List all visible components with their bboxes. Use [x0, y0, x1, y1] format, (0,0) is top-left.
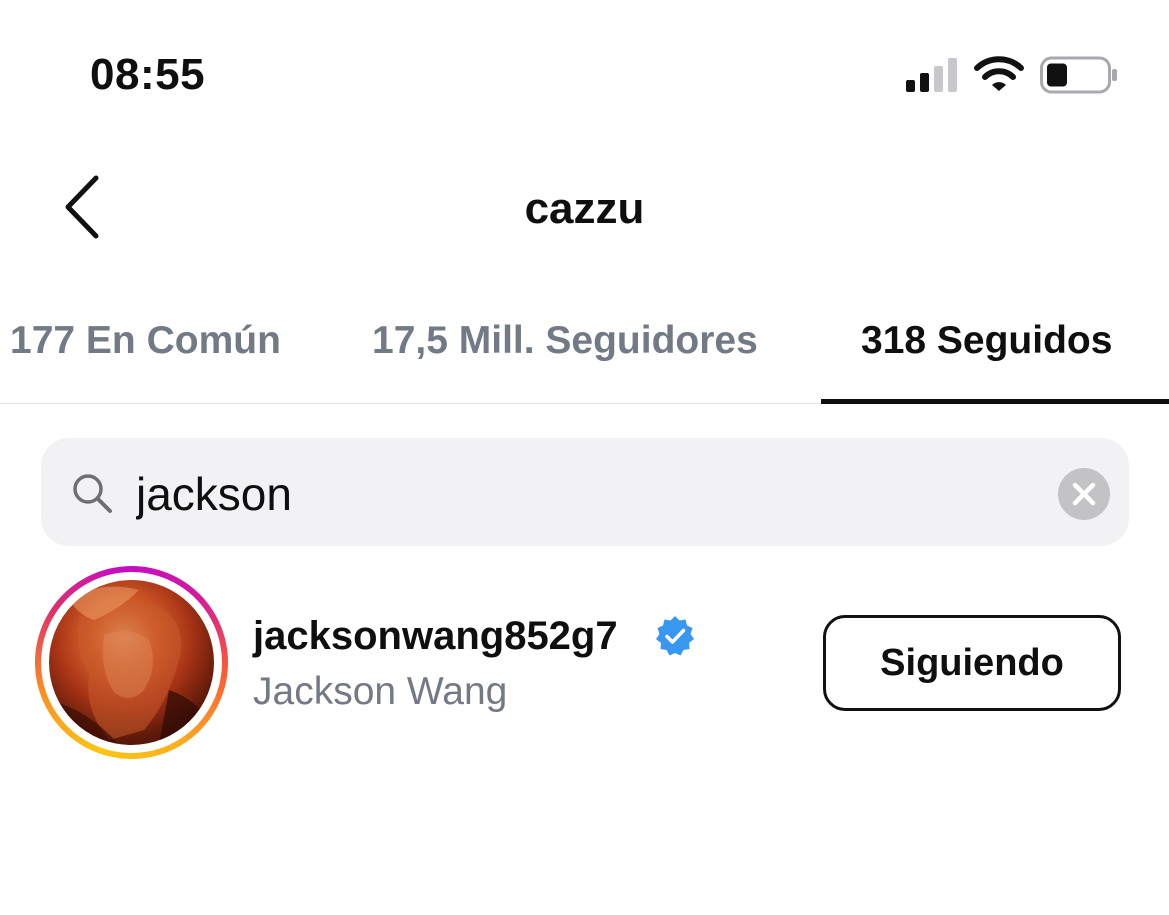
selected-tab-indicator: [821, 399, 1169, 404]
clear-search-button[interactable]: [1058, 468, 1110, 520]
search-input[interactable]: [136, 464, 1036, 524]
cellular-signal-icon: [906, 58, 957, 92]
full-name: Jackson Wang: [253, 670, 508, 713]
avatar[interactable]: [49, 580, 214, 745]
clear-icon: [1072, 482, 1096, 506]
status-time: 08:55: [90, 50, 206, 99]
page-title: cazzu: [524, 184, 645, 233]
verified-badge-icon: [656, 616, 694, 656]
tab-common[interactable]: 177 En Común: [10, 318, 281, 364]
tab-followers[interactable]: 17,5 Mill. Seguidores: [372, 318, 758, 364]
username[interactable]: jacksonwang852g7: [253, 612, 618, 660]
following-button[interactable]: Siguiendo: [823, 615, 1121, 711]
battery-icon: [1040, 56, 1117, 94]
wifi-icon: [974, 56, 1024, 91]
search-icon: [73, 474, 112, 513]
avatar-photo: [49, 586, 214, 745]
tab-following[interactable]: 318 Seguidos: [861, 318, 1112, 364]
